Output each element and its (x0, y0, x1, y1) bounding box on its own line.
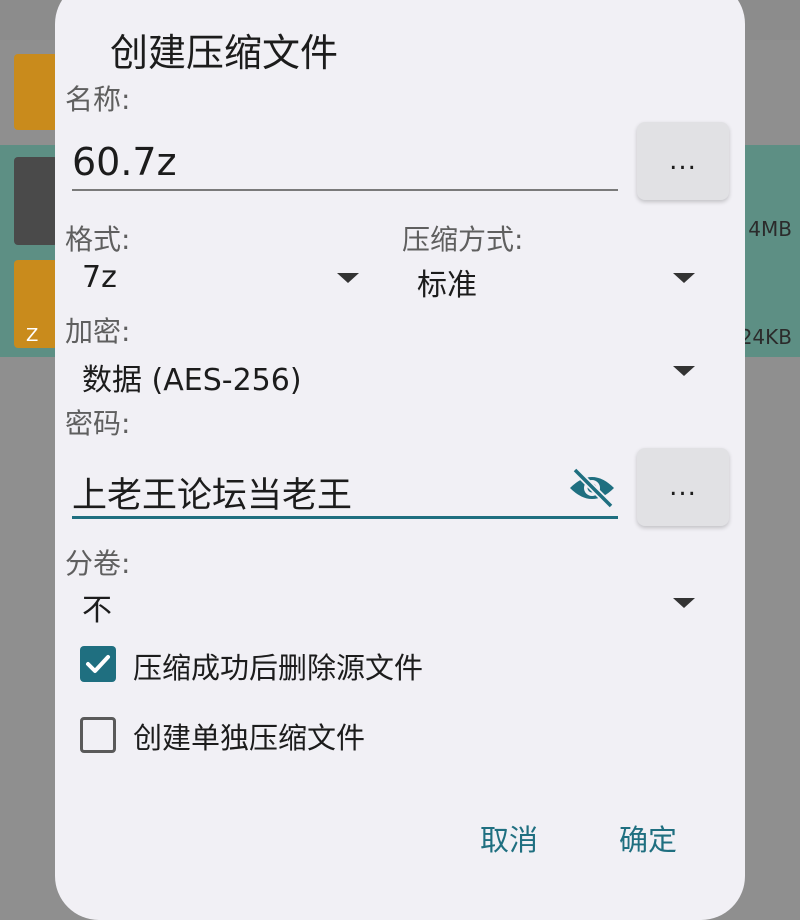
archive-icon: Z (14, 260, 58, 348)
create-archive-dialog: 创建压缩文件 名称: 60.7z ... 格式: 7z 压缩方式: 标准 加密:… (55, 0, 745, 920)
compression-method-value: 标准 (417, 268, 477, 303)
dialog-title: 创建压缩文件 (110, 31, 339, 75)
encryption-value: 数据 (AES-256) (82, 363, 302, 398)
encryption-dropdown-arrow-icon (673, 366, 695, 376)
split-value: 不 (82, 593, 112, 628)
file-size: 4MB (748, 217, 792, 241)
format-value: 7z (82, 260, 117, 295)
format-label: 格式: (65, 223, 131, 256)
ok-button[interactable]: 确定 (619, 817, 677, 859)
delete-source-label: 压缩成功后删除源文件 (133, 651, 424, 685)
split-dropdown-arrow-icon (673, 598, 695, 608)
compression-method-label: 压缩方式: (402, 223, 524, 256)
checkmark-icon (86, 655, 110, 673)
name-label: 名称: (65, 83, 131, 116)
name-input[interactable]: 60.7z (72, 140, 177, 184)
password-browse-button[interactable]: ... (637, 448, 729, 526)
password-input-underline (72, 516, 618, 519)
separate-archive-checkbox[interactable] (80, 717, 116, 753)
name-browse-button[interactable]: ... (637, 122, 729, 200)
method-dropdown-arrow-icon (673, 273, 695, 283)
archive-letter: Z (26, 325, 39, 346)
password-input[interactable]: 上老王论坛当老王 (72, 467, 352, 518)
password-label: 密码: (65, 407, 131, 440)
cancel-button[interactable]: 取消 (480, 817, 538, 859)
folder-icon (14, 54, 58, 130)
encryption-label: 加密: (65, 315, 131, 348)
separate-archive-label: 创建单独压缩文件 (133, 721, 366, 755)
image-thumbnail (14, 157, 58, 245)
format-dropdown-arrow-icon (337, 273, 359, 283)
name-input-underline (72, 189, 618, 191)
toggle-password-visibility-icon[interactable] (567, 466, 617, 510)
file-size: 24KB (739, 325, 792, 349)
delete-source-checkbox[interactable] (80, 646, 116, 682)
split-label: 分卷: (65, 547, 131, 580)
